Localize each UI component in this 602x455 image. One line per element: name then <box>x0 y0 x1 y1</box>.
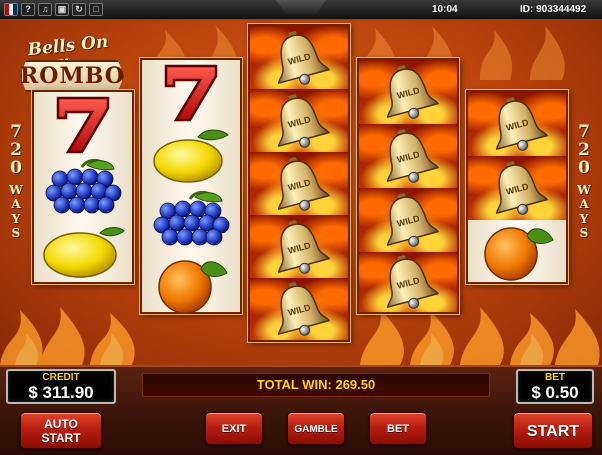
ways-letter: A <box>579 197 589 212</box>
control-panel: CREDIT $ 311.90 TOTAL WIN: 269.50 BET $ … <box>0 365 602 455</box>
layout-icon[interactable]: ▣ <box>55 3 69 16</box>
bet-label: BET <box>545 372 565 383</box>
wild-bell-icon: WILD <box>278 30 330 85</box>
reel-2 <box>140 58 242 314</box>
ways-digit: 0 <box>578 157 590 178</box>
lemon-icon <box>43 227 125 278</box>
wild-bell-icon: WILD <box>387 65 439 119</box>
bet-value: $ 0.50 <box>531 383 579 402</box>
reel-cell <box>34 220 132 284</box>
lemon-icon <box>153 129 229 183</box>
reel-5: WILD WILD <box>466 90 568 284</box>
ways-digit: 0 <box>10 157 22 178</box>
reel-cell: WILD <box>250 152 348 215</box>
reel-1 <box>32 90 134 284</box>
ways-letter: S <box>11 226 21 241</box>
auto-start-label-line2: START <box>41 431 81 445</box>
bet-button[interactable]: BET <box>369 412 427 445</box>
total-win-display: TOTAL WIN: 269.50 <box>142 373 490 397</box>
help-icon[interactable]: ? <box>21 3 35 16</box>
credit-value: $ 311.90 <box>28 383 94 402</box>
grapes-icon <box>45 158 122 214</box>
reel-cell: WILD <box>359 252 457 312</box>
reel-cell <box>142 60 240 124</box>
game-area: Bells On Fire ROMBO 7 2 0 W A Y S 7 2 0 … <box>0 20 602 365</box>
reel-cell: WILD <box>359 188 457 252</box>
ways-indicator-right: 7 2 0 W A Y S <box>573 123 595 241</box>
reel-cell <box>34 156 132 220</box>
credit-display: CREDIT $ 311.90 <box>6 369 116 404</box>
top-icons: ? ♫ ▣ ↻ □ <box>4 3 103 16</box>
orange-icon <box>484 227 554 281</box>
wild-bell-icon: WILD <box>278 282 330 336</box>
reel-cell: WILD <box>250 215 348 278</box>
reel-cell: WILD <box>468 156 566 220</box>
reel-cell: WILD <box>250 89 348 152</box>
wild-bell-icon: WILD <box>496 161 548 215</box>
logo-subtitle: ROMBO <box>20 63 125 89</box>
ways-letter: W <box>9 182 23 197</box>
reel-cell <box>468 220 566 282</box>
flag-icon[interactable] <box>4 3 18 16</box>
auto-start-label-line1: AUTO <box>44 417 78 431</box>
fullscreen-icon[interactable]: □ <box>89 3 103 16</box>
menu-pulldown-tab[interactable] <box>276 0 326 14</box>
reel-cell: WILD <box>468 92 566 156</box>
ways-letter: A <box>11 197 21 212</box>
ways-letter: Y <box>579 211 589 226</box>
seven-icon <box>56 96 110 154</box>
reel-cell <box>34 92 132 156</box>
exit-button[interactable]: EXIT <box>205 412 263 445</box>
gamble-button[interactable]: GAMBLE <box>287 412 345 445</box>
orange-icon <box>158 260 228 314</box>
reel-cell: WILD <box>250 278 348 340</box>
wild-bell-icon: WILD <box>387 193 439 247</box>
wild-bell-icon: WILD <box>387 255 439 309</box>
ways-letter: Y <box>11 211 21 226</box>
reel-cell: WILD <box>359 60 457 124</box>
ways-digit: 2 <box>10 139 22 160</box>
reel-4: WILD WILD WILD WILD <box>357 58 459 314</box>
wild-bell-icon: WILD <box>278 219 330 274</box>
reel-cell: WILD <box>250 26 348 89</box>
reel-cell <box>142 188 240 252</box>
wild-bell-icon: WILD <box>387 129 439 183</box>
sound-icon[interactable]: ♫ <box>38 3 52 16</box>
wild-bell-icon: WILD <box>278 156 330 211</box>
credit-label: CREDIT <box>42 372 80 383</box>
reel-3: WILD WILD WILD WILD WILD <box>248 24 350 342</box>
reel-cell <box>142 124 240 188</box>
grapes-icon <box>153 190 230 246</box>
seven-icon <box>164 64 218 122</box>
ways-letter: W <box>577 182 591 197</box>
reload-icon[interactable]: ↻ <box>72 3 86 16</box>
ways-indicator-left: 7 2 0 W A Y S <box>5 123 27 241</box>
ways-digit: 2 <box>578 139 590 160</box>
session-id: ID: 903344492 <box>520 4 587 15</box>
clock-time: 10:04 <box>432 4 458 15</box>
auto-start-button[interactable]: AUTO START <box>20 412 102 449</box>
reel-cell: WILD <box>359 124 457 188</box>
top-status-bar: ? ♫ ▣ ↻ □ 10:04 ID: 903344492 <box>0 0 602 20</box>
reel-cell <box>142 252 240 316</box>
bet-display: BET $ 0.50 <box>516 369 594 404</box>
start-button[interactable]: START <box>513 412 593 449</box>
wild-bell-icon: WILD <box>496 97 548 151</box>
ways-letter: S <box>579 226 589 241</box>
wild-bell-icon: WILD <box>278 93 330 148</box>
